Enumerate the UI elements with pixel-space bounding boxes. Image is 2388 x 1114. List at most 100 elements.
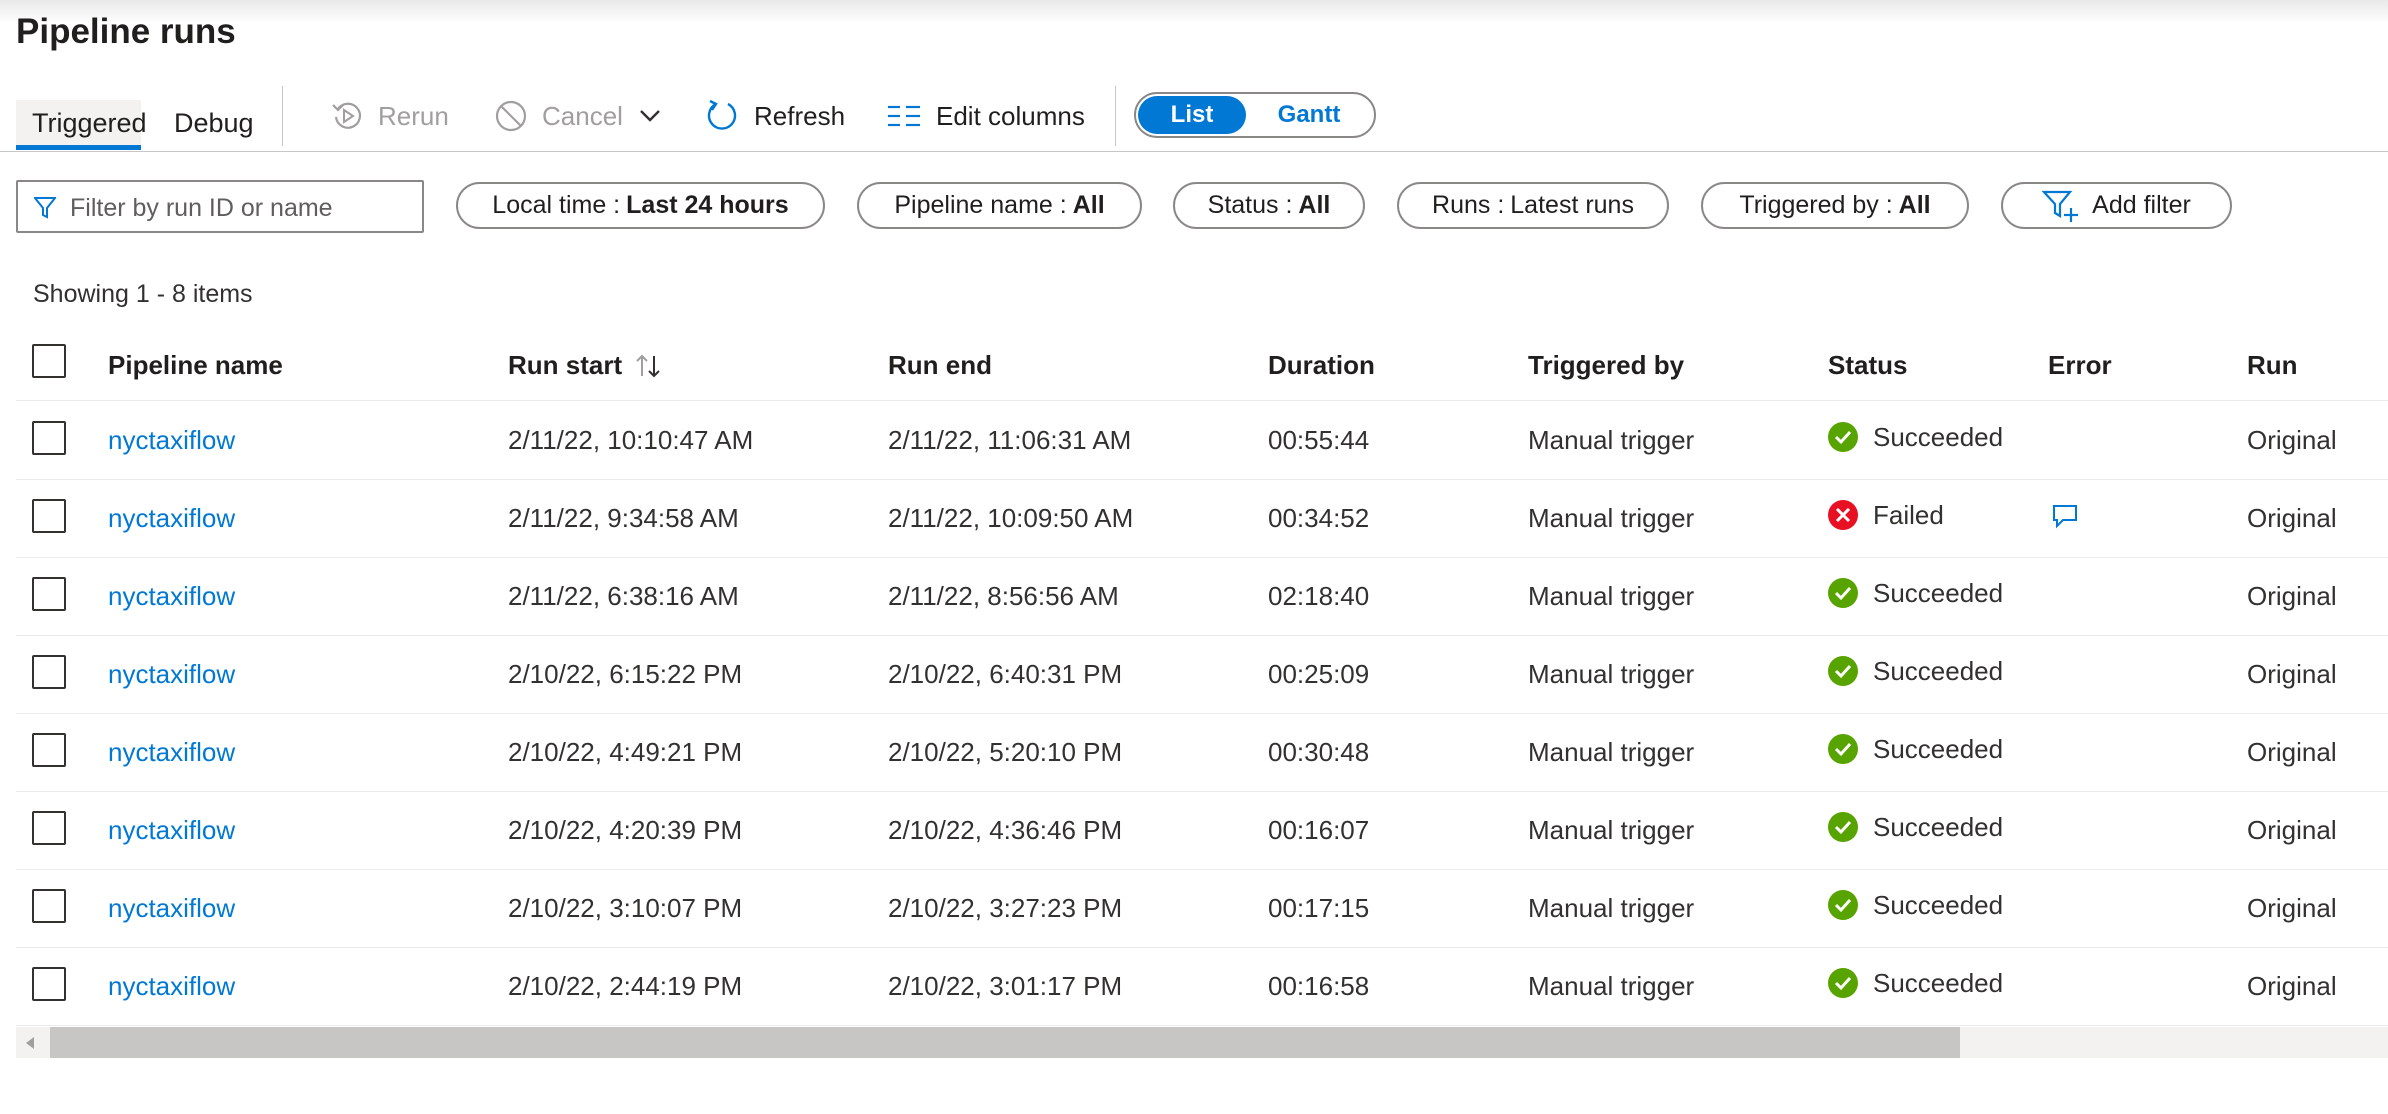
scrollbar-thumb[interactable] (50, 1027, 1960, 1058)
page-title: Pipeline runs (16, 12, 236, 51)
run-end-cell: 2/11/22, 10:09:50 AM (888, 503, 1134, 533)
run-start-cell: 2/10/22, 3:10:07 PM (508, 893, 743, 923)
chevron-down-icon[interactable] (637, 103, 663, 129)
run-cell: Original (2247, 581, 2337, 611)
view-list-button[interactable]: List (1138, 96, 1246, 134)
run-end-cell: 2/10/22, 4:36:46 PM (888, 815, 1123, 845)
run-start-cell: 2/10/22, 4:20:39 PM (508, 815, 743, 845)
add-filter-button[interactable]: Add filter (2001, 182, 2232, 229)
cancel-icon (495, 100, 527, 132)
cancel-button[interactable]: Cancel (494, 96, 663, 136)
row-checkbox[interactable] (32, 811, 66, 845)
status-cell: Succeeded (1827, 889, 2003, 921)
duration-cell: 00:16:07 (1268, 815, 1370, 845)
column-header-error[interactable]: Error (2048, 350, 2112, 381)
row-checkbox[interactable] (32, 733, 66, 767)
run-start-cell: 2/11/22, 10:10:47 AM (508, 425, 754, 455)
select-all-checkbox[interactable] (32, 344, 66, 378)
sort-icon[interactable] (634, 352, 662, 380)
tab-triggered[interactable]: Triggered (16, 100, 147, 150)
column-header-run[interactable]: Run (2247, 350, 2298, 381)
run-end-cell: 2/10/22, 6:40:31 PM (888, 659, 1123, 689)
filter-pill-triggered-by[interactable]: Triggered by : All (1701, 182, 1969, 229)
filter-pill-local-time[interactable]: Local time : Last 24 hours (456, 182, 825, 229)
column-header-run-end[interactable]: Run end (888, 350, 992, 381)
success-icon (1828, 812, 1858, 842)
pipeline-name-link[interactable]: nyctaxiflow (108, 737, 235, 768)
horizontal-scrollbar[interactable] (16, 1027, 2388, 1058)
filter-icon (34, 197, 56, 219)
row-checkbox[interactable] (32, 577, 66, 611)
duration-cell: 00:16:58 (1268, 971, 1370, 1001)
edit-columns-button[interactable]: Edit columns (886, 96, 1085, 136)
pipeline-name-link[interactable]: nyctaxiflow (108, 581, 235, 612)
table-row[interactable]: nyctaxiflow 2/11/22, 9:34:58 AM 2/11/22,… (16, 479, 2388, 558)
toolbar-bottom-border (0, 151, 2388, 152)
filter-pill-value: All (1072, 191, 1105, 219)
pipeline-name-link[interactable]: nyctaxiflow (108, 425, 235, 456)
filter-pill-key: Runs : (1432, 191, 1505, 219)
table-row[interactable]: nyctaxiflow 2/10/22, 3:10:07 PM 2/10/22,… (16, 869, 2388, 948)
column-header-pipeline-name[interactable]: Pipeline name (108, 350, 283, 381)
triggered-by-cell: Manual trigger (1528, 737, 1695, 767)
table-row[interactable]: nyctaxiflow 2/11/22, 6:38:16 AM 2/11/22,… (16, 557, 2388, 636)
column-header-status[interactable]: Status (1828, 350, 1907, 381)
search-box (16, 180, 424, 233)
pipeline-name-link[interactable]: nyctaxiflow (108, 659, 235, 690)
row-checkbox[interactable] (32, 499, 66, 533)
row-checkbox[interactable] (32, 967, 66, 1001)
run-end-cell: 2/10/22, 3:27:23 PM (888, 893, 1123, 923)
edit-columns-icon (888, 105, 920, 127)
column-header-run-start-label: Run start (508, 350, 623, 380)
filter-pill-key: Local time : (492, 191, 621, 219)
row-checkbox[interactable] (32, 889, 66, 923)
refresh-button[interactable]: Refresh (704, 96, 845, 136)
refresh-label: Refresh (754, 100, 846, 131)
status-label: Succeeded (1873, 733, 2004, 764)
table-row[interactable]: nyctaxiflow 2/10/22, 4:20:39 PM 2/10/22,… (16, 791, 2388, 870)
view-gantt-button[interactable]: Gantt (1254, 96, 1364, 134)
filter-pill-status[interactable]: Status : All (1173, 182, 1365, 229)
add-filter-label: Add filter (2092, 191, 2191, 219)
table-row[interactable]: nyctaxiflow 2/10/22, 6:15:22 PM 2/10/22,… (16, 635, 2388, 714)
view-toggle: List Gantt (1134, 92, 1376, 138)
pipeline-name-link[interactable]: nyctaxiflow (108, 503, 235, 534)
toolbar-divider (1115, 86, 1116, 146)
table-row[interactable]: nyctaxiflow 2/11/22, 10:10:47 AM 2/11/22… (16, 401, 2388, 480)
item-count: Showing 1 - 8 items (33, 280, 253, 308)
column-header-triggered-by[interactable]: Triggered by (1528, 350, 1684, 381)
refresh-icon (707, 99, 737, 130)
duration-cell: 00:17:15 (1268, 893, 1370, 923)
run-cell: Original (2247, 971, 2337, 1001)
status-cell: Succeeded (1827, 733, 2003, 765)
run-cell: Original (2247, 815, 2337, 845)
error-message-icon[interactable] (2051, 503, 2079, 529)
pipeline-name-link[interactable]: nyctaxiflow (108, 815, 235, 846)
status-label: Succeeded (1873, 967, 2004, 998)
top-shadow (0, 0, 2388, 24)
filter-pill-value: Last 24 hours (626, 191, 789, 219)
success-icon (1828, 422, 1858, 452)
row-checkbox[interactable] (32, 655, 66, 689)
filter-pill-pipeline-name[interactable]: Pipeline name : All (857, 182, 1142, 229)
filter-pill-key: Pipeline name : (894, 191, 1067, 219)
filter-pill-value: Latest runs (1510, 191, 1634, 219)
filter-pill-runs[interactable]: Runs : Latest runs (1397, 182, 1669, 229)
triggered-by-cell: Manual trigger (1528, 425, 1695, 455)
rerun-button[interactable]: Rerun (330, 96, 449, 136)
pipeline-name-link[interactable]: nyctaxiflow (108, 971, 235, 1002)
pipeline-name-link[interactable]: nyctaxiflow (108, 893, 235, 924)
filter-pill-key: Triggered by : (1739, 191, 1893, 219)
column-header-duration[interactable]: Duration (1268, 350, 1375, 381)
row-checkbox[interactable] (32, 421, 66, 455)
table-row[interactable]: nyctaxiflow 2/10/22, 4:49:21 PM 2/10/22,… (16, 713, 2388, 792)
duration-cell: 00:55:44 (1268, 425, 1370, 455)
run-cell: Original (2247, 425, 2337, 455)
table-row[interactable]: nyctaxiflow 2/10/22, 2:44:19 PM 2/10/22,… (16, 947, 2388, 1026)
scroll-left-arrow-icon[interactable] (26, 1037, 34, 1049)
run-cell: Original (2247, 893, 2337, 923)
column-header-run-start[interactable]: Run start (508, 350, 662, 381)
rerun-icon (332, 102, 362, 129)
duration-cell: 00:34:52 (1268, 503, 1370, 533)
search-input[interactable] (68, 190, 412, 226)
